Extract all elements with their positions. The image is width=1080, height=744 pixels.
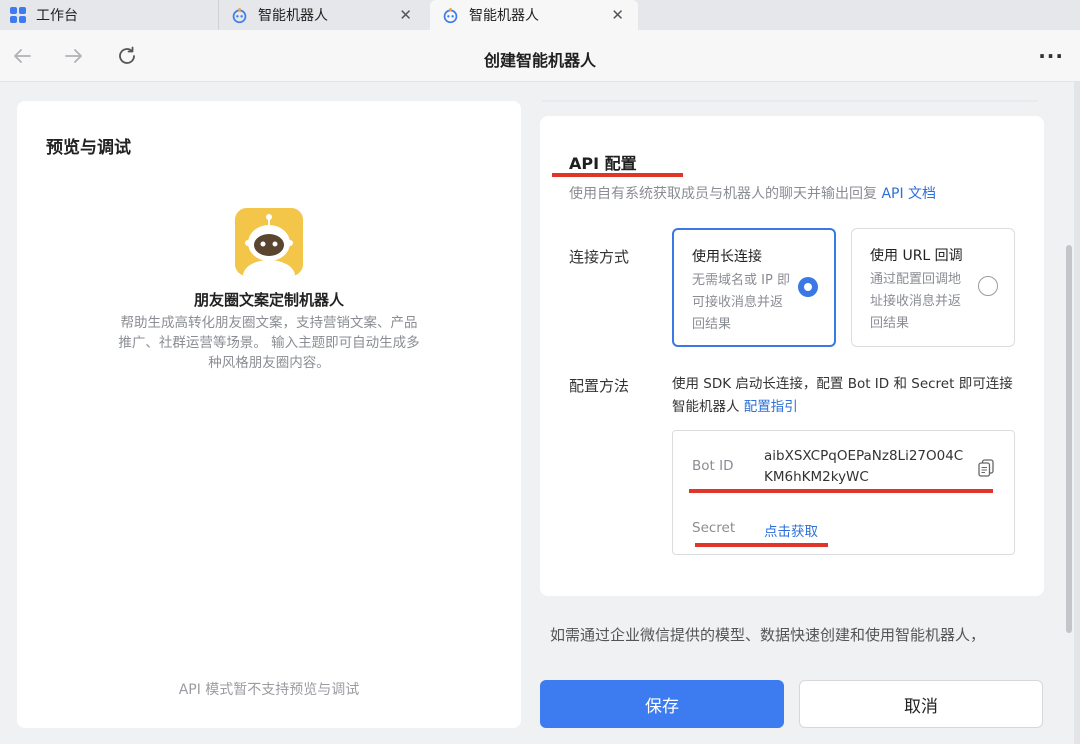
preview-title: 预览与调试 <box>46 138 131 158</box>
option-description: 通过配置回调地址接收消息并返回结果 <box>870 272 962 331</box>
option-url-callback[interactable]: 使用 URL 回调 通过配置回调地址接收消息并返回结果 <box>851 228 1015 347</box>
tab-label: 智能机器人 <box>469 8 539 24</box>
get-secret-link[interactable]: 点击获取 <box>764 520 818 540</box>
tab-smart-bot-1[interactable]: 智能机器人 ✕ <box>218 0 426 30</box>
api-docs-link[interactable]: API 文档 <box>881 186 936 202</box>
api-description: 使用自有系统获取成员与机器人的聊天并输出回复 API 文档 <box>569 186 937 202</box>
option-title: 使用长连接 <box>692 249 762 265</box>
api-config-card: API 配置 使用自有系统获取成员与机器人的聊天并输出回复 API 文档 连接方… <box>540 116 1044 596</box>
secret-label: Secret <box>692 520 736 536</box>
grid-icon <box>10 7 26 23</box>
radio-unselected-icon[interactable] <box>978 276 998 296</box>
close-icon[interactable]: ✕ <box>399 6 412 24</box>
preview-unsupported-note: API 模式暂不支持预览与调试 <box>178 682 360 698</box>
bot-icon <box>443 7 458 23</box>
bot-description: 帮助生成高转化朋友圈文案，支持营销文案、产品推广、社群运营等场景。 输入主题即可… <box>118 315 420 371</box>
footer-hint: 如需通过企业微信提供的模型、数据快速创建和使用智能机器人， <box>550 626 986 644</box>
copy-icon[interactable] <box>978 459 994 477</box>
robot-avatar-icon <box>235 208 303 276</box>
page-title: 创建智能机器人 <box>483 51 596 70</box>
option-title: 使用 URL 回调 <box>870 248 963 264</box>
preview-panel: 预览与调试 朋友圈文案定制机器人 帮助生成高转化朋友圈文案，支持营销文案、产品推… <box>17 101 521 728</box>
scrollbar[interactable] <box>1066 245 1072 633</box>
save-button[interactable]: 保存 <box>540 680 784 728</box>
more-options-icon[interactable]: ··· <box>1038 44 1064 68</box>
connect-method-label: 连接方式 <box>569 248 630 266</box>
bot-name: 朋友圈文案定制机器人 <box>193 291 344 309</box>
cancel-button[interactable]: 取消 <box>799 680 1043 728</box>
nav-bar: 创建智能机器人 ··· <box>0 30 1080 82</box>
close-icon[interactable]: ✕ <box>611 6 624 24</box>
bot-avatar <box>235 208 303 276</box>
tab-label: 工作台 <box>36 8 78 24</box>
window-edge <box>1074 82 1080 744</box>
bot-id-value: aibXSXCPqOEPaNz8Li27O04CKM6hKM2kyWC <box>764 448 964 485</box>
bot-icon <box>232 7 247 23</box>
option-long-connection[interactable]: 使用长连接 无需域名或 IP 即可接收消息并返回结果 <box>672 228 836 347</box>
tab-label: 智能机器人 <box>258 8 328 24</box>
option-description: 无需域名或 IP 即可接收消息并返回结果 <box>692 273 790 332</box>
annotation-underline <box>552 173 683 177</box>
tab-workbench[interactable]: 工作台 <box>0 0 215 30</box>
annotation-underline <box>689 489 993 493</box>
config-method-label: 配置方法 <box>569 377 630 395</box>
tab-bar: 工作台 智能机器人 ✕ 智能机器人 ✕ <box>0 0 1080 30</box>
config-guide-link[interactable]: 配置指引 <box>744 399 798 415</box>
radio-selected-icon[interactable] <box>798 277 818 297</box>
api-config-title: API 配置 <box>569 154 637 173</box>
config-method-text: 使用 SDK 启动长连接，配置 Bot ID 和 Secret 即可连接智能机器… <box>672 376 1013 415</box>
bot-id-label: Bot ID <box>692 458 734 474</box>
tab-smart-bot-2[interactable]: 智能机器人 ✕ <box>430 0 638 30</box>
annotation-underline <box>695 543 828 547</box>
divider <box>542 100 1038 102</box>
